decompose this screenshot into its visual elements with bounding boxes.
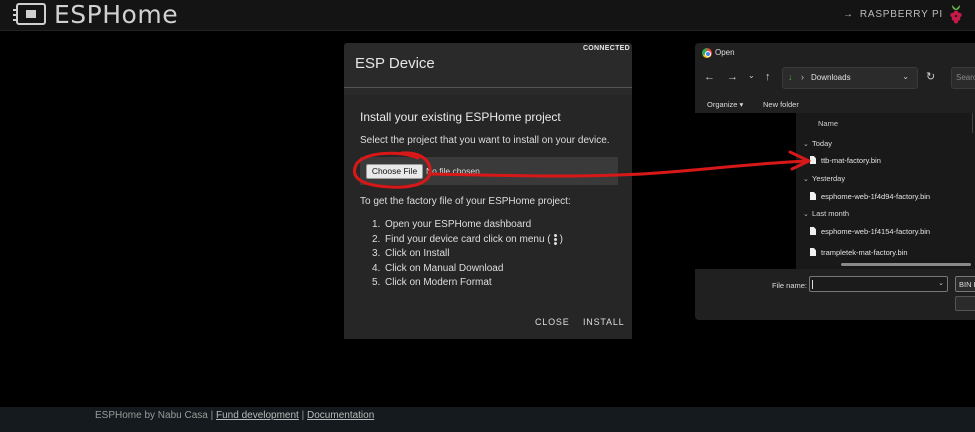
chrome-browser-icon xyxy=(702,48,712,58)
choose-file-button[interactable]: Choose File xyxy=(366,164,423,179)
open-button[interactable] xyxy=(955,296,975,311)
dialog-header: ESP Device CONNECTED xyxy=(344,43,632,88)
new-folder-button[interactable]: New folder xyxy=(763,100,799,109)
factory-file-instructions: To get the factory file of your ESPHome … xyxy=(360,196,571,207)
dialog-heading: Install your existing ESPHome project xyxy=(360,110,561,124)
chevron-down-icon: ⌄ xyxy=(803,176,809,183)
chevron-down-icon: ⌄ xyxy=(803,141,809,148)
close-button[interactable]: CLOSE xyxy=(535,317,570,327)
file-name-input[interactable]: ⌄ xyxy=(809,276,948,292)
top-app-bar: ESPHome → RASPBERRY PI xyxy=(0,0,975,31)
list-item: 1. Open your ESPHome dashboard xyxy=(372,219,532,230)
file-type-select[interactable]: BIN F xyxy=(955,276,975,292)
connection-status-badge: CONNECTED xyxy=(582,45,630,52)
raspberry-pi-icon xyxy=(950,5,962,24)
list-item[interactable]: ttb-mat-factory.bin xyxy=(810,156,881,165)
group-header-yesterday[interactable]: ⌄ Yesterday xyxy=(803,174,845,183)
name-column-header[interactable]: Name xyxy=(818,119,838,128)
list-item: 5. Click on Modern Format xyxy=(372,277,492,289)
esp-device-dialog: ESP Device CONNECTED Install your existi… xyxy=(344,43,632,339)
file-icon xyxy=(810,192,816,200)
instruction-steps: 1. Open your ESPHome dashboard 2. Find you… xyxy=(372,218,563,291)
kebab-menu-icon xyxy=(553,233,557,246)
organize-menu[interactable]: Organize ▾ xyxy=(707,100,743,109)
list-item: 2. Find your device card click on menu () xyxy=(372,233,563,246)
list-item[interactable]: esphome-web-1f4154-factory.bin xyxy=(810,227,930,236)
arrow-right-icon: → xyxy=(843,9,854,20)
recent-locations-chevron-icon[interactable]: ⌄ xyxy=(748,71,755,80)
refresh-icon[interactable]: ↻ xyxy=(926,70,935,83)
address-bar[interactable]: ↓ › Downloads ⌄ xyxy=(782,67,918,89)
downloads-folder-icon: ↓ xyxy=(788,72,793,82)
target-device-link[interactable]: → RASPBERRY PI xyxy=(843,9,943,20)
file-open-dialog: Open ← → ⌄ ↑ ↓ › Downloads ⌄ ↻ Searc Org… xyxy=(695,43,975,320)
file-dialog-toolbar: Organize ▾ New folder xyxy=(695,95,975,113)
dialog-body xyxy=(344,95,632,339)
file-icon xyxy=(810,248,816,256)
group-header-last-month[interactable]: ⌄ Last month xyxy=(803,209,849,218)
select-project-text: Select the project that you want to inst… xyxy=(360,135,610,146)
install-button[interactable]: INSTALL xyxy=(583,317,624,327)
navigation-pane xyxy=(695,113,796,269)
file-icon xyxy=(810,156,816,164)
file-name-label: File name: xyxy=(772,281,808,290)
file-icon xyxy=(810,227,816,235)
forward-arrow-icon[interactable]: → xyxy=(727,71,738,83)
chevron-down-icon[interactable]: ⌄ xyxy=(902,72,909,81)
fund-development-link[interactable]: Fund development xyxy=(216,410,299,421)
no-file-chosen-text: No file chosen xyxy=(426,166,480,176)
dialog-title: ESP Device xyxy=(355,55,435,72)
group-header-today[interactable]: ⌄ Today xyxy=(803,139,832,148)
app-brand-title: ESPHome xyxy=(54,0,179,29)
list-item: 4. Click on Manual Download xyxy=(372,262,504,274)
esphome-chip-logo-icon xyxy=(13,3,46,25)
list-item: 3. Click on Install xyxy=(372,248,450,260)
chevron-down-icon: ⌄ xyxy=(803,211,809,218)
search-input[interactable]: Searc xyxy=(951,67,975,89)
footer-text: ESPHome by Nabu Casa | Fund development … xyxy=(95,410,375,421)
list-item[interactable]: esphome-web-1f4d94-factory.bin xyxy=(810,192,930,201)
back-arrow-icon[interactable]: ← xyxy=(704,71,715,83)
breadcrumb: Downloads xyxy=(811,73,851,82)
documentation-link[interactable]: Documentation xyxy=(307,410,374,421)
chevron-down-icon[interactable]: ⌄ xyxy=(938,279,944,287)
up-arrow-icon[interactable]: ↑ xyxy=(765,71,771,83)
target-device-label: RASPBERRY PI xyxy=(859,9,943,20)
file-dialog-titlebar: Open xyxy=(695,43,975,63)
list-item[interactable]: trampletek-mat-factory.bin xyxy=(810,248,908,257)
file-list: Name ⌄ Today ttb-mat-factory.bin ⌄ Yesterd… xyxy=(796,113,975,269)
file-dialog-title: Open xyxy=(715,48,735,57)
horizontal-scrollbar[interactable] xyxy=(841,263,971,266)
column-divider xyxy=(972,113,973,133)
breadcrumb-chevron-icon: › xyxy=(801,72,804,82)
